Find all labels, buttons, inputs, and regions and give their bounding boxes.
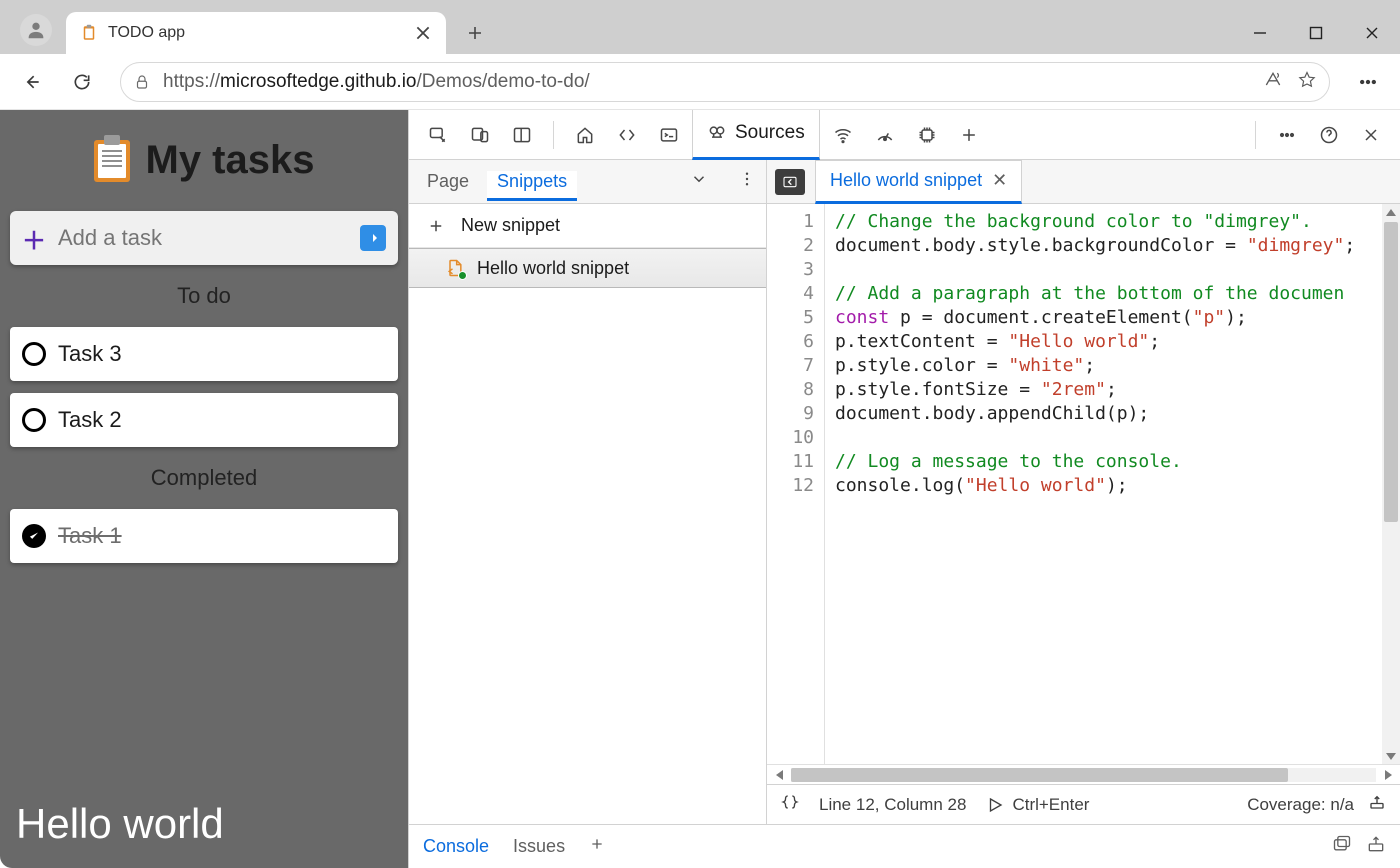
drawer-issues-icon[interactable] <box>1332 834 1352 859</box>
issues-drawer-tab[interactable]: Issues <box>513 836 565 857</box>
task-checkbox[interactable] <box>22 342 46 366</box>
new-snippet-label: New snippet <box>461 215 560 236</box>
injected-paragraph: Hello world <box>10 800 398 848</box>
snippet-name: Hello world snippet <box>477 258 629 279</box>
editor-status-bar: Line 12, Column 28 Ctrl+Enter Coverage: … <box>767 784 1400 824</box>
devtools-panel: Sources Page Snippets <box>408 110 1400 868</box>
device-toggle-icon[interactable] <box>461 116 499 154</box>
snippets-nav-tab[interactable]: Snippets <box>487 171 577 201</box>
new-snippet-button[interactable]: New snippet <box>409 204 766 248</box>
page-nav-tab[interactable]: Page <box>427 171 469 192</box>
url-host: microsoftedge.github.io <box>220 71 416 92</box>
vertical-scrollbar[interactable] <box>1382 204 1400 764</box>
snippet-item[interactable]: Hello world snippet <box>409 248 766 288</box>
snippet-icon <box>445 258 465 278</box>
nav-overflow-button[interactable] <box>738 170 756 193</box>
devtools-drawer: Console Issues <box>409 824 1400 868</box>
code-editor: Hello world snippet ✕ 123456789101112 //… <box>767 160 1400 824</box>
sources-tab-label: Sources <box>735 122 805 144</box>
maximize-button[interactable] <box>1288 12 1344 54</box>
task-checkbox[interactable] <box>22 408 46 432</box>
url-text: https://microsoftedge.github.io/Demos/de… <box>163 71 1251 93</box>
sources-navigator: Page Snippets New snippet Hello world sn… <box>409 160 767 824</box>
back-button[interactable] <box>10 60 54 104</box>
task-row[interactable]: Task 3 <box>10 327 398 381</box>
memory-tab-icon[interactable] <box>908 116 946 154</box>
toolbar: https://microsoftedge.github.io/Demos/de… <box>0 54 1400 110</box>
task-row[interactable]: Task 2 <box>10 393 398 447</box>
upload-icon[interactable] <box>1368 793 1386 816</box>
url-scheme: https:// <box>163 71 220 92</box>
task-label: Task 2 <box>58 407 122 433</box>
add-task-field[interactable]: ＋ <box>10 211 398 265</box>
page-title: My tasks <box>10 138 398 183</box>
address-bar[interactable]: https://microsoftedge.github.io/Demos/de… <box>120 62 1330 102</box>
plus-icon: ＋ <box>22 221 46 256</box>
help-button[interactable] <box>1310 116 1348 154</box>
rendered-page: My tasks ＋ To do Task 3Task 2 Completed … <box>0 110 408 868</box>
performance-tab-icon[interactable] <box>866 116 904 154</box>
lock-icon <box>133 73 151 91</box>
settings-menu-button[interactable] <box>1346 60 1390 104</box>
clipboard-icon <box>80 24 98 42</box>
more-nav-tabs-button[interactable] <box>690 170 708 193</box>
task-row-completed[interactable]: Task 1 <box>10 509 398 563</box>
page-heading: My tasks <box>146 138 315 183</box>
clipboard-icon <box>94 140 130 182</box>
elements-tab-icon[interactable] <box>608 116 646 154</box>
completed-heading: Completed <box>10 465 398 491</box>
console-drawer-tab[interactable]: Console <box>423 836 489 857</box>
sources-tab[interactable]: Sources <box>692 110 820 160</box>
editor-tab[interactable]: Hello world snippet ✕ <box>815 160 1022 204</box>
editor-tab-close[interactable]: ✕ <box>992 170 1007 191</box>
todo-heading: To do <box>10 283 398 309</box>
window-controls <box>1232 12 1400 54</box>
read-aloud-icon[interactable] <box>1263 70 1283 93</box>
task-input[interactable] <box>56 224 350 252</box>
run-snippet-button[interactable]: Ctrl+Enter <box>986 795 1089 815</box>
inspect-icon[interactable] <box>419 116 457 154</box>
run-hint: Ctrl+Enter <box>1012 795 1089 815</box>
minimize-button[interactable] <box>1232 12 1288 54</box>
dock-side-icon[interactable] <box>503 116 541 154</box>
editor-tab-label: Hello world snippet <box>830 170 982 191</box>
tab-close-button[interactable] <box>414 24 432 42</box>
line-gutter: 123456789101112 <box>767 204 825 764</box>
devtools-more-button[interactable] <box>1268 116 1306 154</box>
refresh-button[interactable] <box>60 60 104 104</box>
cursor-position: Line 12, Column 28 <box>819 795 966 815</box>
close-window-button[interactable] <box>1344 12 1400 54</box>
code-content[interactable]: // Change the background color to "dimgr… <box>825 204 1382 764</box>
toggle-navigator-button[interactable] <box>775 169 805 195</box>
favorite-icon[interactable] <box>1297 70 1317 93</box>
coverage-status: Coverage: n/a <box>1247 795 1354 815</box>
devtools-toolbar: Sources <box>409 110 1400 160</box>
task-label: Task 3 <box>58 341 122 367</box>
network-tab-icon[interactable] <box>824 116 862 154</box>
url-path: /Demos/demo-to-do/ <box>416 71 589 92</box>
tab-title: TODO app <box>108 24 404 42</box>
browser-tab[interactable]: TODO app <box>66 12 446 54</box>
task-checkbox-checked[interactable] <box>22 524 46 548</box>
task-label: Task 1 <box>58 523 122 549</box>
more-tabs-button[interactable] <box>950 116 988 154</box>
devtools-close-button[interactable] <box>1352 116 1390 154</box>
pretty-print-icon[interactable] <box>781 793 799 816</box>
new-tab-button[interactable] <box>458 16 492 50</box>
console-tab-icon[interactable] <box>650 116 688 154</box>
profile-avatar[interactable] <box>20 14 52 46</box>
drawer-expand-icon[interactable] <box>1366 834 1386 859</box>
welcome-tab-icon[interactable] <box>566 116 604 154</box>
horizontal-scrollbar[interactable] <box>767 764 1400 784</box>
add-drawer-tab[interactable] <box>589 836 605 857</box>
window-tab-strip: TODO app <box>0 0 1400 54</box>
submit-button[interactable] <box>360 225 386 251</box>
